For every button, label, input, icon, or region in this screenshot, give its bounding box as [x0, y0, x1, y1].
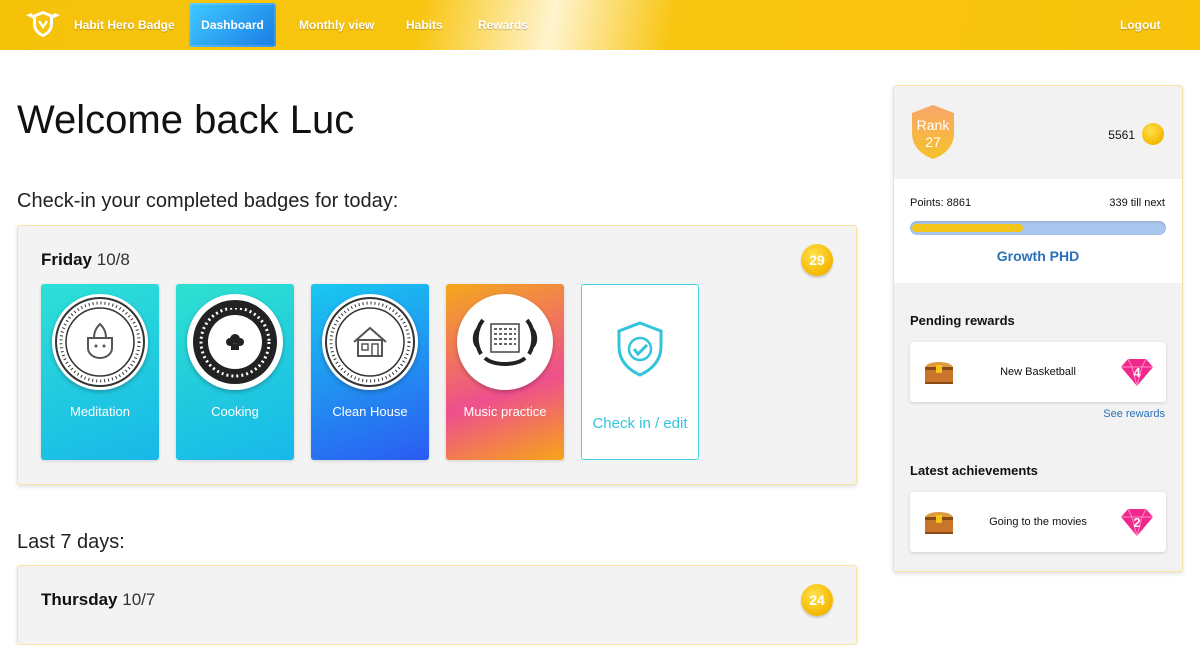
- badge-music-practice[interactable]: Music practice: [446, 284, 564, 460]
- day-points-coin: 24: [801, 584, 833, 616]
- checkin-heading: Check-in your completed badges for today…: [17, 190, 399, 212]
- last7-heading: Last 7 days:: [17, 531, 125, 553]
- gem-icon: 4: [1120, 357, 1154, 387]
- coin-balance: 5561: [1108, 128, 1135, 142]
- logout-link[interactable]: Logout: [1120, 18, 1161, 32]
- today-card: Friday 10/8 29 Meditation Cooking Clean …: [17, 225, 857, 485]
- shield-check-icon: [617, 321, 663, 377]
- achievements-heading: Latest achievements: [910, 463, 1038, 478]
- pending-reward-item[interactable]: New Basketball 4: [910, 342, 1166, 402]
- rank-text: Rank 27: [910, 117, 956, 151]
- nav-monthly-view[interactable]: Monthly view: [299, 18, 374, 32]
- chef-hat-icon: [187, 294, 283, 390]
- level-name: Growth PHD: [996, 248, 1080, 264]
- rank-label: Rank: [916, 117, 950, 133]
- pending-rewards-heading: Pending rewards: [910, 313, 1015, 328]
- badge-cooking[interactable]: Cooking: [176, 284, 294, 460]
- page-title: Welcome back Luc: [17, 98, 355, 142]
- checkin-label: Check in / edit: [592, 415, 688, 432]
- level-progress-fill: [912, 224, 1023, 232]
- reward-title: New Basketball: [1000, 366, 1076, 378]
- badge-clean-house[interactable]: Clean House: [311, 284, 429, 460]
- shield-badge-logo-icon[interactable]: [24, 9, 62, 39]
- top-nav: Habit Hero Badge Dashboard Monthly view …: [0, 0, 1200, 50]
- achievement-item[interactable]: Going to the movies 2: [910, 492, 1166, 552]
- date: 10/7: [122, 590, 156, 609]
- weekday: Friday: [41, 250, 93, 269]
- gem-count: 2: [1133, 515, 1141, 530]
- badge-label: Meditation: [70, 404, 130, 419]
- previous-day-card: Thursday 10/7 24: [17, 565, 857, 645]
- house-icon: [322, 294, 418, 390]
- badge-meditation[interactable]: Meditation: [41, 284, 159, 460]
- points-total: Points: 8861: [910, 197, 972, 209]
- gem-icon: 2: [1120, 507, 1154, 537]
- achievement-title: Going to the movies: [989, 516, 1087, 528]
- see-rewards-link[interactable]: See rewards: [1103, 408, 1165, 420]
- date: 10/8: [96, 250, 130, 269]
- nav-habits[interactable]: Habits: [406, 18, 443, 32]
- treasure-chest-icon: [925, 512, 953, 534]
- sheet-music-icon: [457, 294, 553, 390]
- day-label: Friday 10/8: [41, 250, 130, 270]
- meditation-pot-icon: [52, 294, 148, 390]
- level-progress-bar: [910, 221, 1166, 235]
- gem-count: 4: [1133, 365, 1141, 380]
- profile-sidebar: Rank 27 5561 Points: 8861 339 till next …: [893, 85, 1183, 572]
- nav-dashboard-label: Dashboard: [201, 18, 264, 32]
- points-till-next: 339 till next: [1109, 197, 1165, 209]
- treasure-chest-icon: [925, 362, 953, 384]
- badge-label: Clean House: [332, 404, 408, 419]
- checkin-edit-button[interactable]: Check in / edit: [581, 284, 699, 460]
- brand-name[interactable]: Habit Hero Badge: [74, 18, 175, 32]
- badge-label: Cooking: [211, 404, 259, 419]
- nav-rewards[interactable]: Rewards: [478, 18, 528, 32]
- badge-label: Music practice: [463, 404, 547, 419]
- day-points-coin: 29: [801, 244, 833, 276]
- nav-dashboard[interactable]: Dashboard: [189, 3, 276, 47]
- weekday: Thursday: [41, 590, 118, 609]
- rank-value: 27: [925, 134, 941, 150]
- day-label: Thursday 10/7: [41, 590, 155, 610]
- coin-icon: [1142, 123, 1164, 145]
